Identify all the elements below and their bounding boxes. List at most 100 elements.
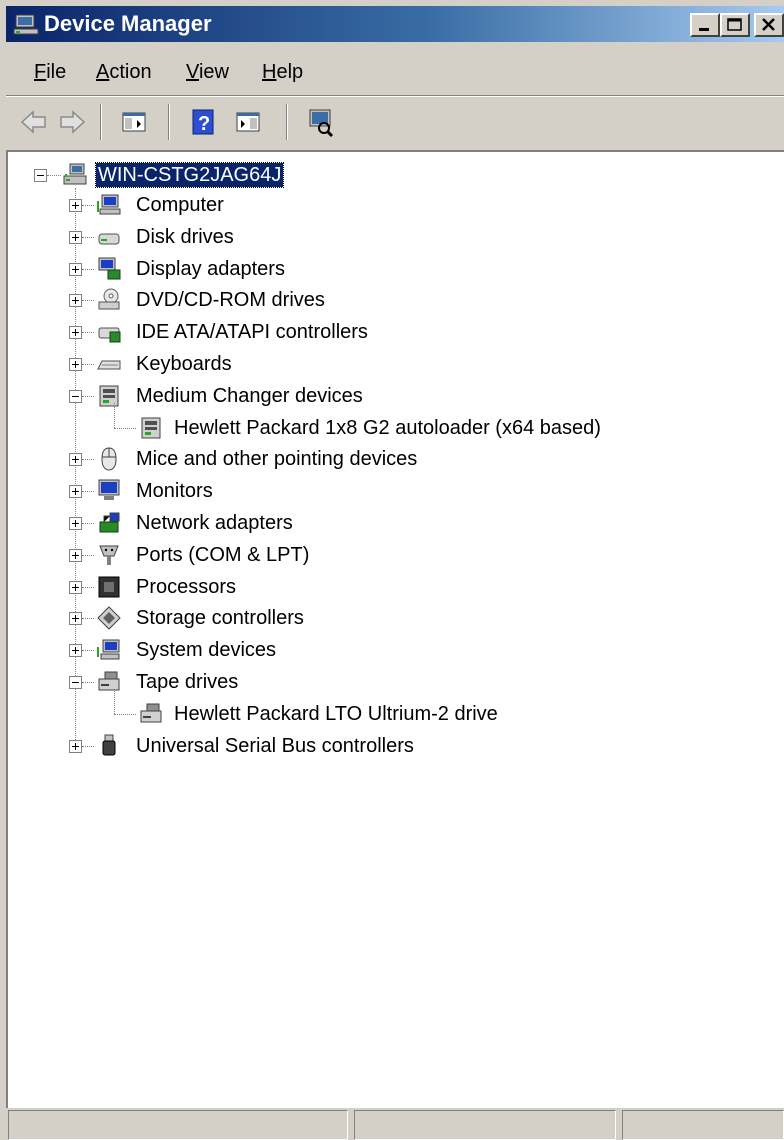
expand-toggle[interactable] [69, 294, 82, 308]
expand-toggle[interactable] [69, 262, 82, 276]
keyboard-icon [96, 351, 122, 377]
tree-item-label: Medium Changer devices [136, 384, 363, 407]
scan-hardware-icon[interactable] [304, 106, 336, 138]
tree-connector [82, 268, 94, 270]
status-panel [8, 1110, 348, 1140]
monitor-icon [96, 478, 122, 504]
device-manager-icon [12, 11, 40, 37]
tree-category-item[interactable]: Ports (COM & LPT) [8, 540, 708, 570]
tree-category-item[interactable]: Computer [8, 190, 708, 220]
tree-root[interactable]: WIN-CSTG2JAG64J [8, 160, 408, 190]
tree-item-label: Display adapters [136, 257, 285, 280]
toolbar-separator [100, 104, 102, 140]
svg-text:?: ? [198, 113, 210, 135]
menu-help-mnemonic: H [262, 61, 277, 83]
collapse-toggle[interactable] [69, 389, 82, 403]
window-title: Device Manager [44, 11, 212, 36]
tree-item-label: Computer [136, 194, 224, 216]
close-button[interactable] [754, 13, 784, 37]
tree-device-item[interactable]: Hewlett Packard LTO Ultrium-2 drive [8, 688, 708, 729]
tree-category-item[interactable]: Medium Changer devices [8, 381, 708, 411]
menu-file-rest: ile [46, 61, 67, 83]
expand-toggle[interactable] [69, 485, 82, 499]
status-bar [6, 1108, 784, 1140]
device-tree[interactable]: WIN-CSTG2JAG64J Computer Disk drives Displ… [6, 150, 784, 1108]
expand-toggle[interactable] [69, 326, 82, 340]
tree-connector [82, 205, 94, 206]
expand-toggle[interactable] [69, 517, 82, 530]
tree-item-label: System devices [136, 639, 277, 662]
menu-action-mnemonic: A [96, 61, 110, 83]
port-icon [96, 542, 122, 568]
tree-category-item[interactable]: Mice and other pointing devices [8, 444, 708, 474]
menu-bar: File Action View Help [6, 50, 784, 94]
system-devices-icon [96, 637, 122, 663]
collapse-toggle[interactable] [34, 169, 47, 182]
tree-item-label: Ports (COM & LPT) [136, 543, 310, 566]
tree-category-item[interactable]: Tape drives [8, 667, 708, 697]
forward-icon[interactable] [56, 106, 88, 138]
maximize-button[interactable] [720, 13, 750, 37]
tree-connector [114, 713, 136, 715]
tree-item-label: Storage controllers [136, 607, 304, 630]
display-adapter-icon [96, 256, 122, 282]
medium-changer-icon [138, 415, 164, 441]
expand-toggle[interactable] [69, 199, 82, 212]
expand-toggle[interactable] [69, 739, 82, 753]
expand-toggle[interactable] [69, 358, 82, 371]
network-adapter-icon [96, 510, 122, 536]
tree-connector [82, 236, 94, 238]
back-icon[interactable] [18, 106, 50, 138]
tree-connector [82, 650, 94, 652]
collapse-toggle[interactable] [69, 676, 82, 689]
tree-device-item[interactable]: Hewlett Packard 1x8 G2 autoloader (x64 b… [8, 402, 708, 443]
expand-toggle[interactable] [69, 612, 82, 626]
expand-toggle[interactable] [69, 453, 82, 467]
tree-category-item[interactable]: Universal Serial Bus controllers [8, 731, 708, 761]
expand-toggle[interactable] [69, 644, 82, 658]
tree-connector [82, 300, 94, 302]
tape-drive-icon [96, 669, 122, 695]
menu-file-mnemonic: F [34, 61, 47, 83]
tree-category-item[interactable]: IDE ATA/ATAPI controllers [8, 317, 708, 347]
tree-connector [82, 459, 94, 461]
tree-category-item[interactable]: Processors [8, 572, 708, 602]
tree-connector [82, 332, 94, 334]
tree-category-item[interactable]: DVD/CD-ROM drives [8, 285, 708, 315]
tree-category-item[interactable]: Display adapters [8, 254, 708, 284]
expand-toggle[interactable] [69, 548, 82, 562]
action-pane-icon[interactable] [232, 106, 264, 138]
medium-changer-icon [96, 383, 122, 409]
status-panel [622, 1110, 784, 1140]
menu-view[interactable]: View [186, 60, 229, 84]
tree-item-label: Keyboards [136, 353, 232, 375]
tree-category-item[interactable]: Monitors [8, 476, 708, 506]
tree-connector [47, 175, 61, 176]
toolbar-separator [168, 104, 170, 140]
title-bar[interactable]: Device Manager [6, 6, 784, 42]
tree-connector [82, 618, 94, 620]
tree-category-item[interactable]: Network adapters [8, 508, 708, 538]
minimize-button[interactable] [690, 13, 720, 37]
expand-toggle[interactable] [69, 230, 82, 244]
tree-connector [114, 402, 115, 428]
menu-file[interactable]: File [34, 60, 66, 84]
tree-category-item[interactable]: Storage controllers [8, 603, 708, 633]
tree-item-label: IDE ATA/ATAPI controllers [136, 321, 368, 344]
tree-connector [114, 688, 115, 714]
ide-controller-icon [96, 319, 122, 345]
toolbar-separator [286, 104, 288, 140]
mouse-icon [96, 446, 122, 472]
help-icon[interactable]: ? [188, 106, 220, 138]
menu-help[interactable]: Help [262, 60, 303, 84]
menu-help-rest: elp [276, 61, 304, 83]
tree-category-item[interactable]: Keyboards [8, 349, 708, 379]
tree-connector [82, 745, 94, 747]
tree-category-item[interactable]: System devices [8, 635, 708, 665]
expand-toggle[interactable] [69, 580, 82, 594]
tree-connector [82, 586, 94, 588]
tree-category-item[interactable]: Disk drives [8, 222, 708, 252]
menu-action[interactable]: Action [96, 60, 152, 84]
show-hide-console-tree-icon[interactable] [118, 106, 150, 138]
computer-network-icon [62, 162, 88, 188]
